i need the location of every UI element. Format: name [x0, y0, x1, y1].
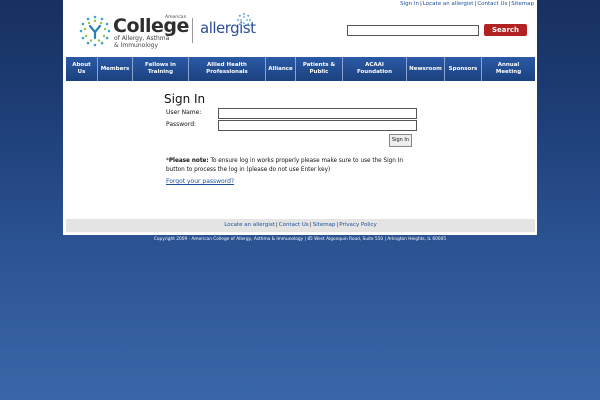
footer-privacy-link[interactable]: Privacy Policy — [339, 222, 376, 228]
contact-us-link[interactable]: Contact Us — [477, 1, 507, 7]
search-input[interactable] — [347, 25, 479, 36]
note-text: To ensure log in works properly please m… — [210, 158, 403, 164]
nav-item-allied-health[interactable]: Allied Health Professionals — [189, 57, 266, 81]
footer-contact-link[interactable]: Contact Us — [279, 222, 309, 228]
sign-in-button[interactable]: Sign In — [389, 134, 412, 147]
nav-label: Foundation — [356, 69, 392, 75]
page-title: Sign In — [164, 92, 206, 106]
logo-subtitle: of Allergy, Asthma & Immunology — [114, 35, 169, 49]
nav-label: Alliance — [268, 65, 293, 72]
nav-label: Annual — [497, 62, 520, 68]
logo-college-text: College — [113, 15, 189, 37]
utility-links: Sign In|Locate an allergist|Contact Us|S… — [400, 1, 534, 7]
nav-item-about-us[interactable]: About Us — [66, 57, 98, 81]
logo-divider — [192, 18, 193, 43]
nav-label: Public — [309, 69, 329, 75]
password-field[interactable] — [218, 120, 417, 131]
nav-label: Fellows in — [145, 62, 176, 68]
locate-allergist-link[interactable]: Locate an allergist — [423, 1, 474, 7]
search-button[interactable]: Search — [484, 24, 527, 36]
nav-label: Professionals — [206, 69, 248, 75]
password-label: Password: — [166, 121, 197, 128]
nav-item-patients-public[interactable]: Patients & Public — [296, 57, 343, 81]
nav-item-annual-meeting[interactable]: Annual Meeting — [482, 57, 535, 81]
logo-subtitle-line2: & Immunology — [114, 41, 159, 49]
nav-label: Us — [77, 69, 86, 75]
nav-item-acaai-foundation[interactable]: ACAAI Foundation — [343, 57, 407, 81]
acaai-logo[interactable]: American College of Allergy, Asthma & Im… — [79, 13, 256, 53]
nav-label: Members — [100, 65, 130, 72]
page-container: Sign In|Locate an allergist|Contact Us|S… — [63, 0, 537, 235]
nav-item-members[interactable]: Members — [98, 57, 133, 81]
nav-label: Allied Health — [207, 62, 247, 68]
forgot-password-link[interactable]: Forgot your password? — [166, 178, 234, 185]
footer-locate-link[interactable]: Locate an allergist — [224, 222, 275, 228]
nav-label: ACAAI — [365, 62, 384, 68]
nav-label: Training — [147, 69, 174, 75]
nav-label: Newsroom — [409, 65, 442, 72]
nav-label: Sponsors — [448, 65, 478, 72]
sign-in-link[interactable]: Sign In — [400, 1, 419, 7]
nav-item-newsroom[interactable]: Newsroom — [407, 57, 445, 81]
username-label: User Name: — [166, 109, 202, 116]
nav-label: Meeting — [495, 69, 522, 75]
nav-item-alliance[interactable]: Alliance — [266, 57, 296, 81]
allergist-burst-icon — [237, 13, 251, 27]
nav-label: Patients & — [302, 62, 336, 68]
footer-links: Locate an allergist|Contact Us|Sitemap|P… — [66, 219, 535, 232]
nav-item-fellows-in-training[interactable]: Fellows in Training — [133, 57, 189, 81]
footer-sitemap-link[interactable]: Sitemap — [313, 222, 336, 228]
nav-item-sponsors[interactable]: Sponsors — [445, 57, 482, 81]
sitemap-link[interactable]: Sitemap — [511, 1, 534, 7]
note-label: Please note: — [168, 158, 209, 164]
college-burst-icon — [79, 15, 111, 47]
copyright-text: Copyright 2009 - American College of All… — [153, 237, 447, 242]
note-text: button to process the log in (please do … — [166, 167, 331, 173]
nav-label: About — [72, 62, 91, 68]
username-field[interactable] — [218, 108, 417, 119]
login-note: *Please note: To ensure log in works pro… — [166, 157, 406, 175]
main-nav: About Us Members Fellows in Training Allie… — [66, 57, 535, 81]
